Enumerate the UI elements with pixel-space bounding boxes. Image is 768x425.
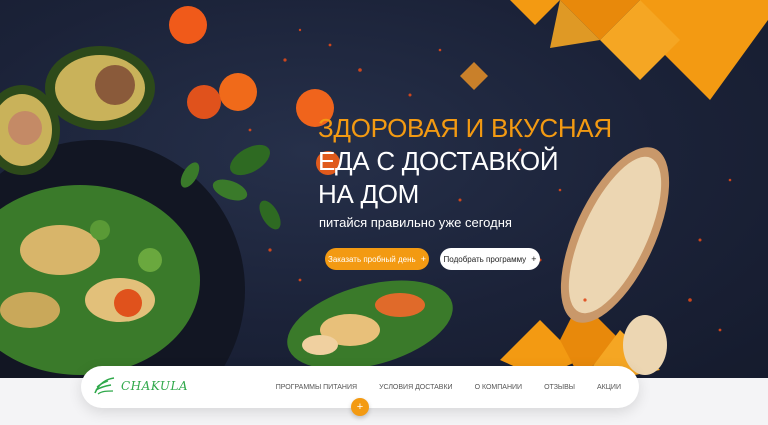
tomato (187, 85, 221, 119)
scroll-down-button[interactable]: + (351, 398, 369, 416)
tomato (169, 6, 207, 44)
nav-item-delivery[interactable]: УСЛОВИЯ ДОСТАВКИ (379, 384, 453, 391)
headline-line-1: ЗДОРОВАЯ И ВКУСНАЯ (318, 113, 612, 143)
nav-item-reviews[interactable]: ОТЗЫВЫ (544, 384, 575, 391)
nav-item-promotions[interactable]: АКЦИИ (597, 384, 621, 391)
order-trial-day-label: Заказать пробный день (328, 254, 416, 264)
nav-item-programs[interactable]: ПРОГРАММЫ ПИТАНИЯ (276, 384, 357, 391)
choose-program-button[interactable]: Подобрать программу + (440, 248, 540, 270)
decor-diamond (510, 0, 560, 25)
order-trial-day-button[interactable]: Заказать пробный день + (325, 248, 429, 270)
choose-program-label: Подобрать программу (443, 254, 527, 264)
decor-diamond (460, 62, 488, 90)
hero-section: ЗДОРОВАЯ И ВКУСНАЯ ЕДА С ДОСТАВКОЙ НА ДО… (0, 0, 768, 378)
hero-headline: ЗДОРОВАЯ И ВКУСНАЯ ЕДА С ДОСТАВКОЙ НА ДО… (318, 112, 612, 211)
plus-icon: + (531, 254, 537, 264)
plus-icon: + (420, 254, 426, 264)
leaf-logo-icon (94, 377, 115, 395)
headline-line-3: НА ДОМ (318, 179, 420, 209)
logo-text: CHAKULA (121, 379, 189, 393)
tomato (219, 73, 257, 111)
plus-icon: + (356, 401, 364, 413)
hero-subtitle: питайся правильно уже сегодня (319, 215, 512, 230)
headline-line-2: ЕДА С ДОСТАВКОЙ (318, 146, 559, 176)
logo[interactable]: CHAKULA (93, 377, 188, 395)
nav-item-about[interactable]: О КОМПАНИИ (475, 384, 522, 391)
bread-slice (623, 315, 667, 375)
nav-menu: ПРОГРАММЫ ПИТАНИЯ УСЛОВИЯ ДОСТАВКИ О КОМ… (254, 366, 621, 408)
